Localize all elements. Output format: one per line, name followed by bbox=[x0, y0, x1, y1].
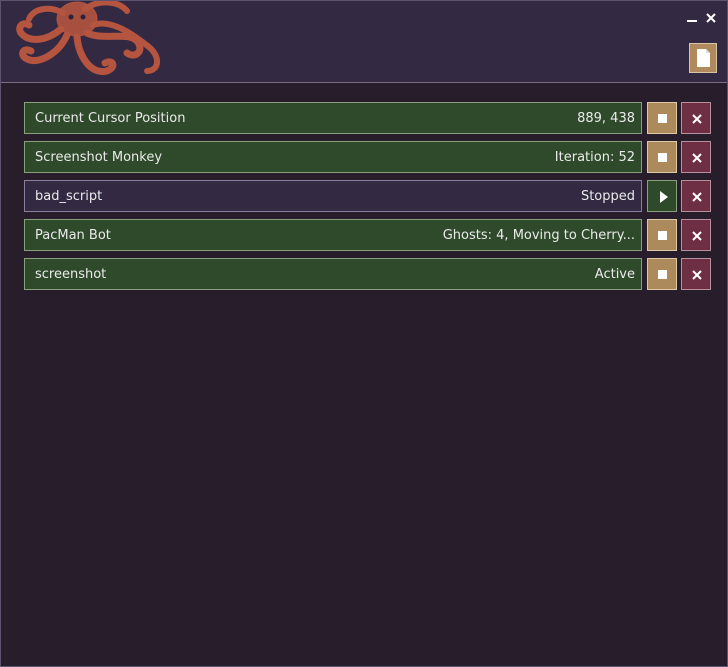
script-row: screenshot Active bbox=[24, 258, 711, 290]
script-item[interactable]: screenshot Active bbox=[24, 258, 642, 290]
script-item[interactable]: bad_script Stopped bbox=[24, 180, 642, 212]
close-icon bbox=[692, 231, 702, 241]
script-row: PacMan Bot Ghosts: 4, Moving to Cherry... bbox=[24, 219, 711, 251]
script-name: screenshot bbox=[35, 267, 107, 282]
script-status: Stopped bbox=[580, 189, 635, 204]
script-item[interactable]: Screenshot Monkey Iteration: 52 bbox=[24, 141, 642, 173]
script-name: bad_script bbox=[35, 189, 103, 204]
close-icon bbox=[692, 114, 702, 124]
remove-script-button[interactable] bbox=[681, 258, 711, 290]
script-row: Current Cursor Position 889, 438 bbox=[24, 102, 711, 134]
stop-script-button[interactable] bbox=[647, 219, 677, 251]
minimize-icon bbox=[687, 20, 697, 22]
script-status: Active bbox=[594, 267, 635, 282]
close-icon bbox=[706, 13, 716, 23]
stop-script-button[interactable] bbox=[647, 258, 677, 290]
script-name: Screenshot Monkey bbox=[35, 150, 163, 165]
close-window-button[interactable] bbox=[703, 11, 719, 27]
close-icon bbox=[692, 192, 702, 202]
script-row: Screenshot Monkey Iteration: 52 bbox=[24, 141, 711, 173]
remove-script-button[interactable] bbox=[681, 102, 711, 134]
script-item[interactable]: Current Cursor Position 889, 438 bbox=[24, 102, 642, 134]
remove-script-button[interactable] bbox=[681, 141, 711, 173]
new-script-button[interactable] bbox=[689, 43, 717, 73]
script-row: bad_script Stopped bbox=[24, 180, 711, 212]
remove-script-button[interactable] bbox=[681, 219, 711, 251]
script-status: Iteration: 52 bbox=[554, 150, 635, 165]
remove-script-button[interactable] bbox=[681, 180, 711, 212]
app-window: Current Cursor Position 889, 438 Screensho… bbox=[0, 0, 728, 667]
stop-icon bbox=[658, 270, 667, 279]
header-bar bbox=[1, 1, 727, 83]
stop-icon bbox=[658, 231, 667, 240]
script-list: Current Cursor Position 889, 438 Screensho… bbox=[24, 102, 711, 297]
close-icon bbox=[692, 153, 702, 163]
script-status: Ghosts: 4, Moving to Cherry... bbox=[442, 228, 635, 243]
minimize-button[interactable] bbox=[684, 11, 700, 27]
stop-script-button[interactable] bbox=[647, 141, 677, 173]
close-icon bbox=[692, 270, 702, 280]
document-icon bbox=[697, 49, 710, 67]
octopus-logo-icon bbox=[16, 1, 160, 75]
start-script-button[interactable] bbox=[647, 180, 677, 212]
stop-icon bbox=[658, 153, 667, 162]
script-name: PacMan Bot bbox=[35, 228, 111, 243]
stop-script-button[interactable] bbox=[647, 102, 677, 134]
script-status: 889, 438 bbox=[577, 111, 635, 126]
play-icon bbox=[660, 191, 668, 203]
script-item[interactable]: PacMan Bot Ghosts: 4, Moving to Cherry... bbox=[24, 219, 642, 251]
stop-icon bbox=[658, 114, 667, 123]
script-name: Current Cursor Position bbox=[35, 111, 186, 126]
